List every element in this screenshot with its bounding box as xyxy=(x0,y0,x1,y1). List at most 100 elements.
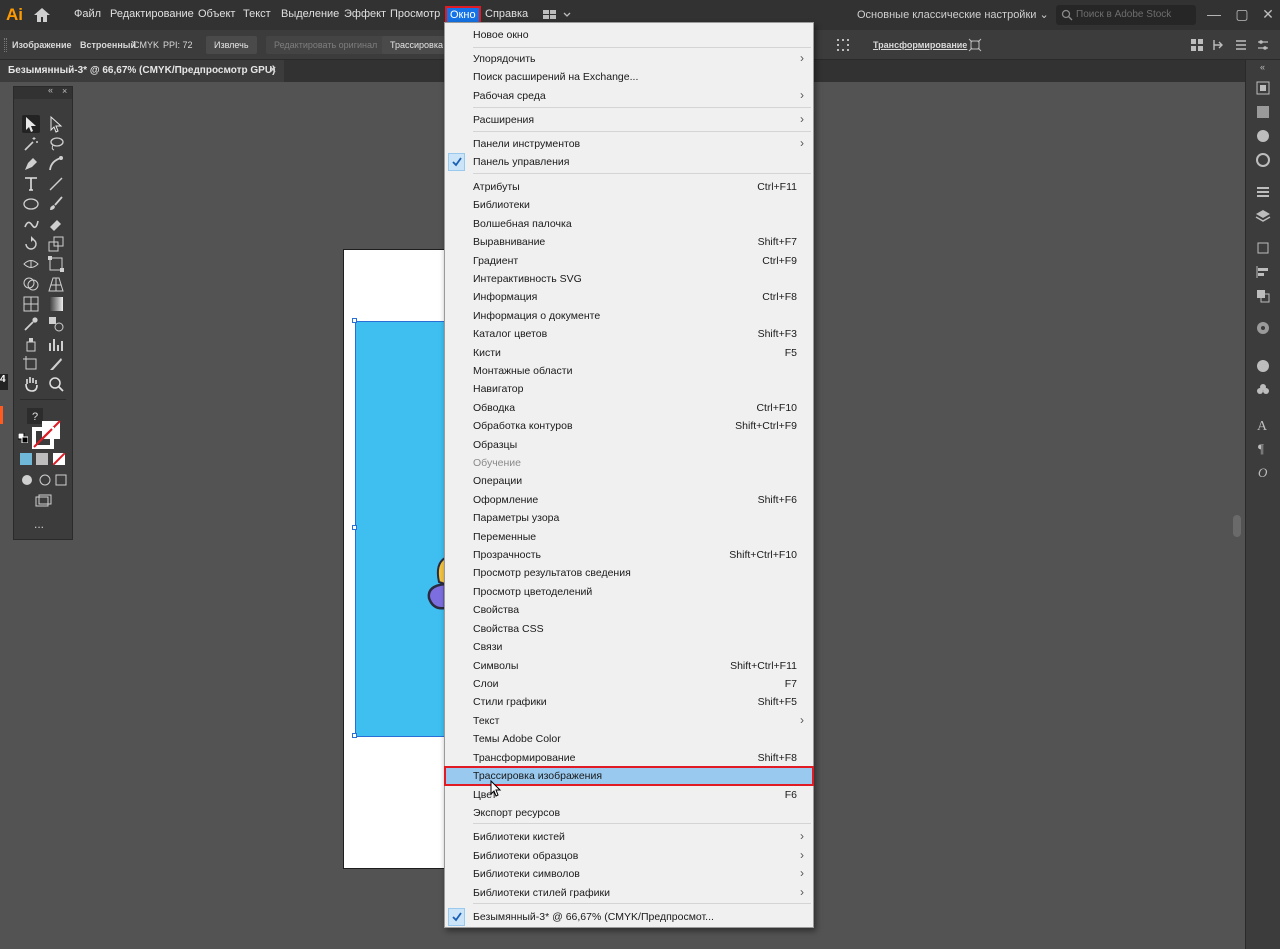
gradient-mode-icon[interactable] xyxy=(36,453,48,465)
symbols-panel-icon[interactable] xyxy=(1255,382,1271,398)
type-tool-icon[interactable] xyxy=(22,175,40,193)
menu-item[interactable]: Символы Shift+Ctrl+F11 xyxy=(445,657,813,675)
workspace-switcher[interactable]: Основные классические настройки ⌄ xyxy=(857,8,1049,21)
symbol-sprayer-tool-icon[interactable] xyxy=(22,335,40,353)
placed-image[interactable] xyxy=(355,321,445,737)
magic-wand-tool-icon[interactable] xyxy=(22,135,40,153)
menu-item[interactable]: Параметры узора xyxy=(445,509,813,527)
direct-selection-tool-icon[interactable] xyxy=(47,115,65,133)
maximize-icon[interactable]: ▢ xyxy=(1232,4,1252,24)
graphic-styles-panel-icon[interactable] xyxy=(1255,184,1271,200)
menu-item[interactable]: Библиотеки образцов › xyxy=(445,847,813,865)
draw-normal-icon[interactable] xyxy=(20,473,34,487)
extract-button[interactable]: Извлечь xyxy=(206,36,257,54)
gradient-panel-icon[interactable] xyxy=(1255,104,1271,120)
menu-item[interactable]: Операции xyxy=(445,472,813,490)
menu-item[interactable]: Оформление Shift+F6 xyxy=(445,491,813,509)
menu-item[interactable]: Интерактивность SVG xyxy=(445,270,813,288)
bounding-box-handle[interactable] xyxy=(352,733,357,738)
menu-item[interactable]: Градиент Ctrl+F9 xyxy=(445,252,813,270)
menu-item[interactable]: Трансформирование Shift+F8 xyxy=(445,749,813,767)
align-grid-icon[interactable] xyxy=(836,38,850,52)
artboard-tool-icon[interactable] xyxy=(22,355,40,373)
stock-search-input[interactable]: Поиск в Adobe Stock xyxy=(1056,5,1196,25)
menu-object[interactable]: Объект xyxy=(198,8,235,20)
edit-toolbar-icon[interactable]: ... xyxy=(34,517,44,531)
menu-item[interactable]: Монтажные области xyxy=(445,362,813,380)
menu-item[interactable]: Волшебная палочка xyxy=(445,215,813,233)
opentype-panel-icon[interactable]: O xyxy=(1255,464,1271,480)
bounding-box-handle[interactable] xyxy=(352,318,357,323)
menu-item[interactable]: Информация о документе xyxy=(445,307,813,325)
menu-file[interactable]: Файл xyxy=(74,8,101,20)
menu-item[interactable]: Обводка Ctrl+F10 xyxy=(445,399,813,417)
menu-item[interactable]: Свойства CSS xyxy=(445,620,813,638)
scale-tool-icon[interactable] xyxy=(47,235,65,253)
lasso-tool-icon[interactable] xyxy=(47,135,65,153)
menu-item[interactable]: Библиотеки кистей › xyxy=(445,828,813,846)
menu-item[interactable]: Панели инструментов › xyxy=(445,135,813,153)
menu-item[interactable]: Поиск расширений на Exchange... xyxy=(445,68,813,86)
align-panel-icon[interactable] xyxy=(1255,264,1271,280)
panel-menu-icon[interactable] xyxy=(1234,38,1248,52)
column-graph-tool-icon[interactable] xyxy=(47,335,65,353)
width-tool-icon[interactable] xyxy=(22,255,40,273)
close-icon[interactable]: ✕ xyxy=(1258,4,1278,24)
tools-panel-header[interactable]: « × xyxy=(14,85,72,99)
menu-type[interactable]: Текст xyxy=(243,8,271,20)
menu-item[interactable]: Новое окно xyxy=(445,26,813,44)
edit-original-button[interactable]: Редактировать оригинал xyxy=(266,36,386,54)
none-mode-icon[interactable] xyxy=(52,452,66,466)
blend-tool-icon[interactable] xyxy=(47,315,65,333)
close-tab-icon[interactable]: × xyxy=(270,64,276,76)
menu-item[interactable]: Атрибуты Ctrl+F11 xyxy=(445,178,813,196)
menu-item[interactable]: Расширения › xyxy=(445,111,813,129)
slice-tool-icon[interactable] xyxy=(47,355,65,373)
menu-item[interactable]: Обработка контуров Shift+Ctrl+F9 xyxy=(445,417,813,435)
appearance-panel-icon[interactable] xyxy=(1255,128,1271,144)
dock-collapse-icon[interactable]: « xyxy=(1260,62,1265,72)
rotate-tool-icon[interactable] xyxy=(22,235,40,253)
selection-tool-icon[interactable] xyxy=(22,115,40,133)
menu-effect[interactable]: Эффект xyxy=(344,8,386,20)
menu-item[interactable]: Свойства xyxy=(445,601,813,619)
menu-help[interactable]: Справка xyxy=(485,8,528,20)
menu-item[interactable]: Упорядочить › xyxy=(445,50,813,68)
shape-builder-tool-icon[interactable] xyxy=(22,275,40,293)
menu-item[interactable]: Текст › xyxy=(445,712,813,730)
pathfinder-panel-icon[interactable] xyxy=(1255,288,1271,304)
eyedropper-tool-icon[interactable] xyxy=(22,315,40,333)
pen-tool-icon[interactable] xyxy=(22,155,40,173)
color-mode-icon[interactable] xyxy=(20,453,32,465)
curvature-tool-icon[interactable] xyxy=(47,155,65,173)
swatches-panel-icon[interactable] xyxy=(1255,358,1271,374)
collapse-panel-icon[interactable]: « xyxy=(48,85,53,95)
menu-item[interactable]: Кисти F5 xyxy=(445,344,813,362)
menu-item[interactable]: Темы Adobe Color xyxy=(445,730,813,748)
menu-item[interactable]: Образцы xyxy=(445,436,813,454)
document-tab[interactable]: Безымянный-3* @ 66,67% (CMYK/Предпросмот… xyxy=(0,60,284,82)
libraries-panel-icon[interactable] xyxy=(1255,80,1271,96)
menu-view[interactable]: Просмотр xyxy=(390,8,440,20)
panel-options-icon[interactable] xyxy=(1256,38,1270,52)
menu-edit[interactable]: Редактирование xyxy=(110,8,194,20)
draw-behind-icon[interactable] xyxy=(38,473,52,487)
menu-item[interactable]: Библиотеки символов › xyxy=(445,865,813,883)
mesh-tool-icon[interactable] xyxy=(22,295,40,313)
menu-item[interactable]: Экспорт ресурсов xyxy=(445,804,813,822)
close-panel-icon[interactable]: × xyxy=(62,86,67,96)
isolate-icon[interactable] xyxy=(1212,38,1226,52)
menu-item[interactable]: Панель управления xyxy=(445,153,813,171)
home-icon[interactable] xyxy=(32,6,52,24)
hand-tool-icon[interactable] xyxy=(22,375,40,393)
free-transform-tool-icon[interactable] xyxy=(47,255,65,273)
reference-point-icon[interactable] xyxy=(968,38,982,52)
vertical-scrollbar[interactable] xyxy=(1233,515,1241,537)
minimize-icon[interactable]: — xyxy=(1204,4,1224,24)
menu-item[interactable]: Прозрачность Shift+Ctrl+F10 xyxy=(445,546,813,564)
eraser-tool-icon[interactable] xyxy=(47,215,65,233)
shaper-tool-icon[interactable] xyxy=(22,215,40,233)
menu-item[interactable]: Просмотр результатов сведения xyxy=(445,564,813,582)
line-tool-icon[interactable] xyxy=(47,175,65,193)
ellipse-tool-icon[interactable] xyxy=(22,195,40,213)
